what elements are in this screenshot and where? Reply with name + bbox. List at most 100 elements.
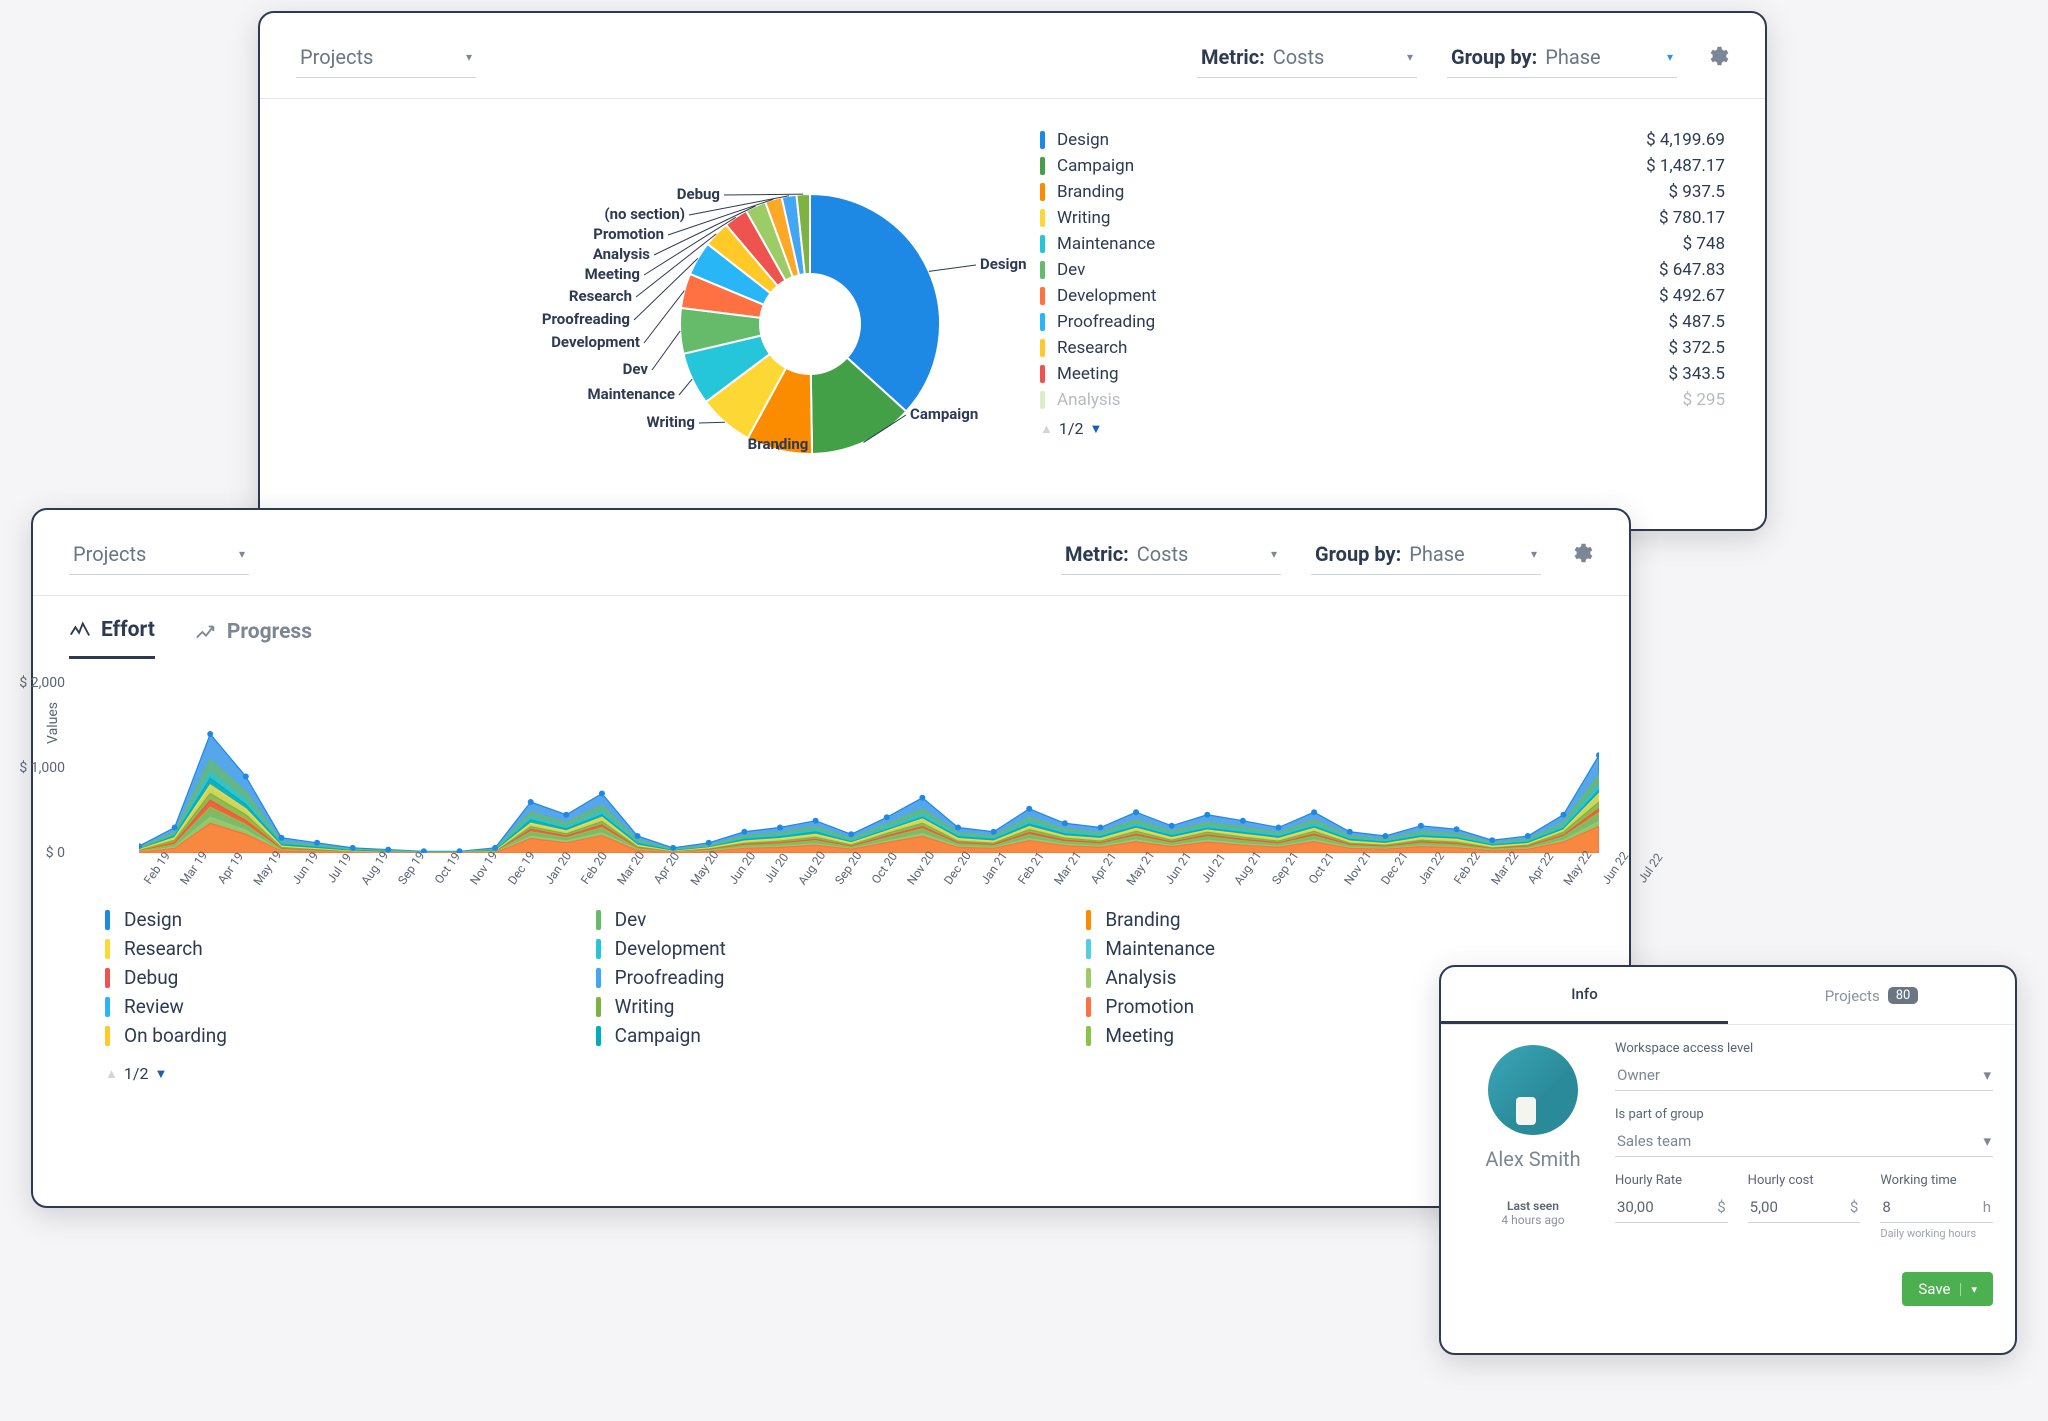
color-swatch xyxy=(596,997,601,1017)
group-select[interactable]: Sales team ▾ xyxy=(1615,1128,1993,1157)
y-tick: $ 1,000 xyxy=(19,760,65,776)
cost-table-row: Development$ 492.67 xyxy=(1040,283,1725,309)
svg-text:Research: Research xyxy=(569,287,632,305)
metric-selector[interactable]: Metric: Costs ▾ xyxy=(1061,534,1281,575)
working-time-label: Working time xyxy=(1880,1173,1993,1188)
donut-chart: DesignCampaignBrandingWritingMaintenance… xyxy=(300,119,1040,499)
color-swatch xyxy=(1040,391,1045,409)
legend-item-label: Writing xyxy=(615,995,675,1018)
settings-button[interactable] xyxy=(1569,541,1593,569)
color-swatch xyxy=(1040,235,1045,253)
x-tick: Jul 22 xyxy=(1635,851,1665,886)
working-time-input[interactable]: 8 h xyxy=(1880,1194,1993,1223)
projects-selector[interactable]: Projects ▾ xyxy=(69,534,249,575)
legend-item[interactable]: Maintenance xyxy=(1086,934,1557,963)
tab-progress-label: Progress xyxy=(227,620,312,644)
legend-item-label: On boarding xyxy=(124,1024,227,1047)
svg-text:Meeting: Meeting xyxy=(585,265,640,283)
save-button[interactable]: Save ▾ xyxy=(1902,1272,1993,1306)
row-name: Branding xyxy=(1057,182,1124,202)
color-swatch xyxy=(596,1026,601,1046)
pager-next-icon[interactable]: ▼ xyxy=(154,1066,167,1082)
tab-info[interactable]: Info xyxy=(1441,967,1728,1024)
color-swatch xyxy=(1040,209,1045,227)
tab-effort-label: Effort xyxy=(101,618,155,642)
area-legend: DesignResearchDebug Review On boarding Dev D… xyxy=(33,875,1629,1050)
metric-value: Costs xyxy=(1273,45,1325,69)
legend-item[interactable]: Development xyxy=(596,934,1067,963)
pager-prev-icon[interactable]: ▲ xyxy=(1040,421,1053,437)
hourly-cost-unit: $ xyxy=(1850,1198,1858,1216)
chart-tabs: Effort Progress xyxy=(33,596,1629,659)
area-chart: Values $ 0$ 1,000$ 2,000 Feb 19Mar 19Apr… xyxy=(33,659,1629,875)
row-name: Design xyxy=(1057,130,1109,150)
hourly-rate-input[interactable]: 30,00 $ xyxy=(1615,1194,1728,1223)
projects-selector-label: Projects xyxy=(300,45,373,69)
color-swatch xyxy=(1040,313,1045,331)
svg-text:Dev: Dev xyxy=(623,360,649,378)
color-swatch xyxy=(1040,261,1045,279)
hourly-cost-input[interactable]: 5,00 $ xyxy=(1748,1194,1861,1223)
svg-text:Proofreading: Proofreading xyxy=(542,310,630,328)
legend-item[interactable]: Review xyxy=(105,992,576,1021)
gear-icon xyxy=(1705,44,1729,68)
legend-item-label: Maintenance xyxy=(1105,937,1215,960)
pager-prev-icon[interactable]: ▲ xyxy=(105,1066,118,1082)
svg-text:Campaign: Campaign xyxy=(910,405,978,423)
row-name: Proofreading xyxy=(1057,312,1155,332)
projects-selector[interactable]: Projects ▾ xyxy=(296,37,476,78)
pager-next-icon[interactable]: ▼ xyxy=(1089,421,1102,437)
groupby-selector[interactable]: Group by: Phase ▾ xyxy=(1311,534,1541,575)
access-level-select[interactable]: Owner ▾ xyxy=(1615,1062,1993,1091)
y-axis-label: Values xyxy=(45,702,61,744)
tab-projects[interactable]: Projects 80 xyxy=(1728,967,2015,1024)
table-pager[interactable]: ▲1/2▼ xyxy=(1040,419,1725,438)
legend-item[interactable]: Debug xyxy=(105,963,576,992)
legend-item-label: Proofreading xyxy=(615,966,725,989)
color-swatch xyxy=(1086,968,1091,988)
projects-count-badge: 80 xyxy=(1888,987,1919,1004)
profile-panel: Info Projects 80 Alex Smith Last seen 4 … xyxy=(1439,965,2017,1355)
cost-table-row: Proofreading$ 487.5 xyxy=(1040,309,1725,335)
legend-item[interactable]: Design xyxy=(105,905,576,934)
gear-icon xyxy=(1569,541,1593,565)
svg-text:Writing: Writing xyxy=(647,413,695,431)
legend-item[interactable]: Writing xyxy=(596,992,1067,1021)
groupby-selector[interactable]: Group by: Phase ▾ xyxy=(1447,37,1677,78)
svg-text:Analysis: Analysis xyxy=(593,245,650,263)
legend-item[interactable]: On boarding xyxy=(105,1021,576,1050)
legend-item[interactable]: Proofreading xyxy=(596,963,1067,992)
row-name: Research xyxy=(1057,338,1127,358)
tab-progress[interactable]: Progress xyxy=(195,618,312,659)
top-toolbar: Projects ▾ Metric: Costs ▾ Group by: Pha… xyxy=(260,13,1765,99)
legend-item[interactable]: Research xyxy=(105,934,576,963)
cost-table-row: Analysis$ 295 xyxy=(1040,387,1725,413)
legend-item[interactable]: Campaign xyxy=(596,1021,1067,1050)
hourly-cost-label: Hourly cost xyxy=(1748,1173,1861,1188)
color-swatch xyxy=(596,968,601,988)
cost-table: Design$ 4,199.69Campaign$ 1,487.17Brandi… xyxy=(1040,119,1725,499)
color-swatch xyxy=(1086,910,1091,930)
row-value: $ 647.83 xyxy=(1659,260,1725,280)
hourly-rate-unit: $ xyxy=(1717,1198,1725,1216)
metric-selector[interactable]: Metric: Costs ▾ xyxy=(1197,37,1417,78)
legend-item-label: Review xyxy=(124,995,184,1018)
row-name: Writing xyxy=(1057,208,1110,228)
legend-item[interactable]: Branding xyxy=(1086,905,1557,934)
access-level-value: Owner xyxy=(1617,1066,1660,1084)
legend-pager[interactable]: ▲ 1/2 ▼ xyxy=(105,1064,1557,1083)
row-value: $ 295 xyxy=(1683,390,1725,410)
legend-item-label: Campaign xyxy=(615,1024,701,1047)
group-value: Sales team xyxy=(1617,1132,1691,1150)
color-swatch xyxy=(1086,939,1091,959)
profile-name: Alex Smith xyxy=(1463,1147,1603,1171)
legend-item-label: Meeting xyxy=(1105,1024,1174,1047)
costs-donut-panel: Projects ▾ Metric: Costs ▾ Group by: Pha… xyxy=(258,11,1767,531)
legend-item[interactable]: Dev xyxy=(596,905,1067,934)
groupby-value: Phase xyxy=(1409,542,1464,566)
cost-table-row: Meeting$ 343.5 xyxy=(1040,361,1725,387)
y-tick: $ 2,000 xyxy=(19,675,65,691)
tab-effort[interactable]: Effort xyxy=(69,618,155,659)
legend-item-label: Development xyxy=(615,937,726,960)
settings-button[interactable] xyxy=(1705,44,1729,72)
